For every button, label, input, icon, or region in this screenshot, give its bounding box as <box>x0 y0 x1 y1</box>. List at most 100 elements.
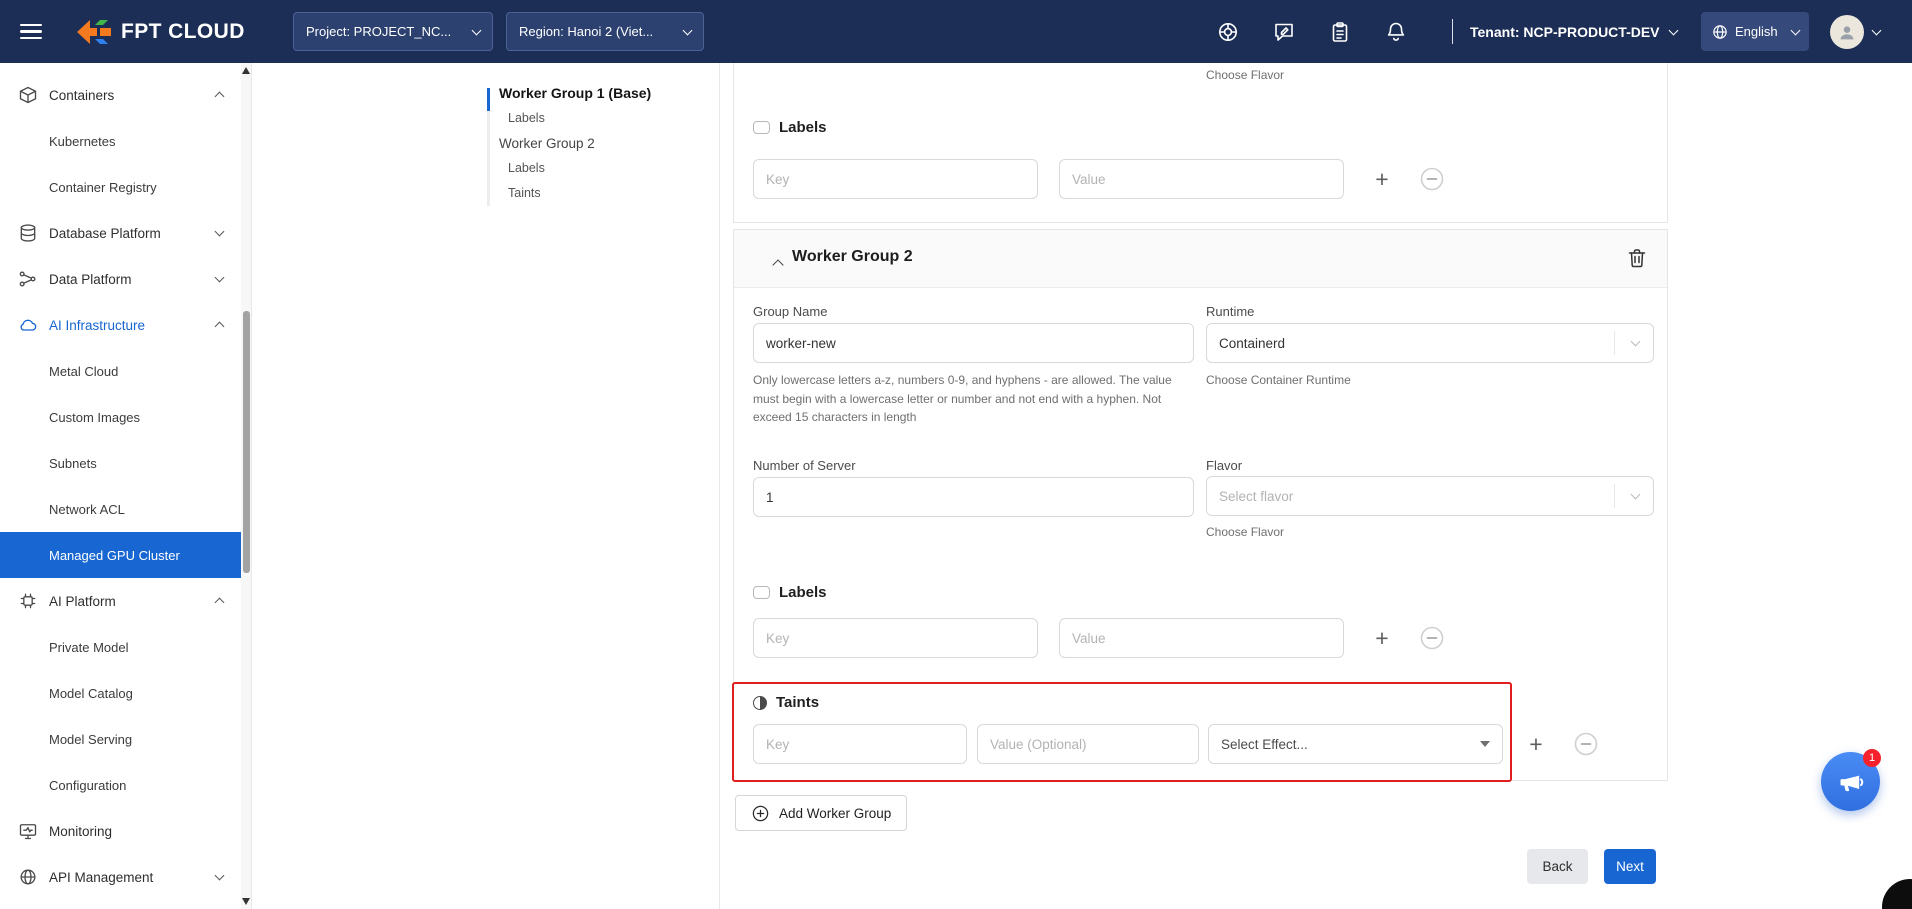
minus-circle-icon <box>1572 730 1600 758</box>
back-button[interactable]: Back <box>1527 849 1588 884</box>
sidebar-item-label: AI Infrastructure <box>49 318 145 333</box>
chevron-down-icon <box>1668 25 1678 35</box>
delete-worker-group-icon[interactable] <box>1625 246 1649 270</box>
bell-icon[interactable] <box>1384 20 1408 44</box>
worker-group-2-card: Worker Group 2 Group Name Only lowercase… <box>733 229 1668 781</box>
globe-icon <box>1711 23 1729 41</box>
chip-icon <box>18 591 38 611</box>
sidebar-item-kubernetes[interactable]: Kubernetes <box>0 118 251 164</box>
region-dropdown-label: Region: Hanoi 2 (Viet... <box>519 24 653 39</box>
wg1-label-key-input[interactable] <box>753 159 1038 199</box>
sidebar-item-configuration[interactable]: Configuration <box>0 762 251 808</box>
sidebar-item-containers[interactable]: Containers <box>0 72 251 118</box>
next-button[interactable]: Next <box>1604 849 1656 884</box>
wg2-label-value-input[interactable] <box>1059 618 1344 658</box>
sidebar-scrollbar-thumb[interactable] <box>243 311 250 573</box>
chevron-down-icon <box>683 25 693 35</box>
user-menu[interactable] <box>1830 0 1880 63</box>
anchor-worker-group-2[interactable]: Worker Group 2 <box>499 135 651 152</box>
sidebar-item-label: Containers <box>49 88 114 103</box>
number-of-server-input[interactable] <box>753 477 1194 517</box>
api-globe-icon <box>18 867 38 887</box>
wg1-add-label-button[interactable]: + <box>1368 159 1396 199</box>
sidebar-item-label: Kubernetes <box>49 134 116 149</box>
chevron-up-icon <box>215 322 225 332</box>
avatar <box>1830 15 1864 49</box>
sidebar-item-label: Custom Images <box>49 410 140 425</box>
labels-heading-text: Labels <box>779 119 827 136</box>
sidebar-item-label: Network ACL <box>49 502 125 517</box>
sidebar-item-subnets[interactable]: Subnets <box>0 440 251 486</box>
add-worker-group-label: Add Worker Group <box>779 806 891 821</box>
anchor-wg2-taints[interactable]: Taints <box>508 185 651 202</box>
wg2-label-key-input[interactable] <box>753 618 1038 658</box>
sidebar: Containers Kubernetes Container Registry… <box>0 63 252 909</box>
feedback-icon[interactable] <box>1272 20 1296 44</box>
chevron-down-icon <box>1872 25 1882 35</box>
region-dropdown[interactable]: Region: Hanoi 2 (Viet... <box>506 12 704 51</box>
sidebar-item-label: Container Registry <box>49 180 157 195</box>
containers-icon <box>18 85 38 105</box>
wg1-remove-label-button[interactable] <box>1416 159 1448 199</box>
number-of-server-label: Number of Server <box>753 458 856 473</box>
flavor-select[interactable]: Select flavor <box>1206 476 1654 516</box>
label-icon <box>753 586 770 599</box>
sidebar-item-label: Model Serving <box>49 732 132 747</box>
sidebar-item-label: AI Platform <box>49 594 116 609</box>
anchor-wg1-labels[interactable]: Labels <box>508 110 651 127</box>
sidebar-item-private-model[interactable]: Private Model <box>0 624 251 670</box>
group-name-input[interactable] <box>753 323 1194 363</box>
sidebar-item-custom-images[interactable]: Custom Images <box>0 394 251 440</box>
tenant-dropdown[interactable]: Tenant: NCP-PRODUCT-DEV <box>1470 0 1677 63</box>
wg1-flavor-helper: Choose Flavor <box>1206 66 1284 85</box>
sidebar-item-metal-cloud[interactable]: Metal Cloud <box>0 348 251 394</box>
taint-key-input[interactable] <box>753 724 967 764</box>
chevron-down-icon <box>215 871 225 881</box>
fpt-cloud-logo[interactable]: FPT CLOUD <box>76 0 245 63</box>
language-dropdown[interactable]: English <box>1701 12 1809 51</box>
scroll-up-arrow-icon[interactable] <box>242 67 250 74</box>
scroll-down-arrow-icon[interactable] <box>242 898 250 905</box>
anchor-worker-group-1[interactable]: Worker Group 1 (Base) <box>499 85 651 102</box>
add-taint-button[interactable]: + <box>1522 724 1550 764</box>
sidebar-item-api-management[interactable]: API Management <box>0 854 251 900</box>
plus-icon: + <box>1375 627 1388 650</box>
sidebar-item-label: Configuration <box>49 778 126 793</box>
runtime-label: Runtime <box>1206 304 1254 319</box>
sidebar-item-network-acl[interactable]: Network ACL <box>0 486 251 532</box>
chevron-up-icon <box>215 598 225 608</box>
runtime-value: Containerd <box>1219 336 1285 351</box>
remove-taint-button[interactable] <box>1570 724 1602 764</box>
runtime-select[interactable]: Containerd <box>1206 323 1654 363</box>
sidebar-item-ai-infrastructure[interactable]: AI Infrastructure <box>0 302 251 348</box>
sidebar-item-monitoring[interactable]: Monitoring <box>0 808 251 854</box>
wg2-add-label-button[interactable]: + <box>1368 618 1396 658</box>
project-dropdown[interactable]: Project: PROJECT_NC... <box>293 12 493 51</box>
top-header: FPT CLOUD Project: PROJECT_NC... Region:… <box>0 0 1912 63</box>
taint-effect-select[interactable]: Select Effect... <box>1208 724 1503 764</box>
hamburger-menu-button[interactable] <box>0 0 61 63</box>
plus-icon: + <box>1529 733 1542 756</box>
add-worker-group-button[interactable]: Add Worker Group <box>735 795 907 831</box>
taint-value-input[interactable] <box>977 724 1199 764</box>
clipboard-icon[interactable] <box>1328 20 1352 44</box>
sidebar-item-container-registry[interactable]: Container Registry <box>0 164 251 210</box>
runtime-helper: Choose Container Runtime <box>1206 371 1351 390</box>
announcement-fab-button[interactable]: 1 <box>1821 752 1880 811</box>
sidebar-scrollbar[interactable] <box>241 63 251 909</box>
sidebar-item-model-serving[interactable]: Model Serving <box>0 716 251 762</box>
anchor-panel: Worker Group 1 (Base) Labels Worker Grou… <box>252 63 720 909</box>
sidebar-item-model-catalog[interactable]: Model Catalog <box>0 670 251 716</box>
sidebar-item-ai-platform[interactable]: AI Platform <box>0 578 251 624</box>
sidebar-item-managed-gpu-cluster[interactable]: Managed GPU Cluster <box>0 532 251 578</box>
sidebar-item-data-platform[interactable]: Data Platform <box>0 256 251 302</box>
sidebar-item-database-platform[interactable]: Database Platform <box>0 210 251 256</box>
header-separator <box>1452 19 1453 44</box>
wg2-remove-label-button[interactable] <box>1416 618 1448 658</box>
wg1-label-value-input[interactable] <box>1059 159 1344 199</box>
collapse-chevron-icon[interactable] <box>772 259 783 270</box>
anchor-wg2-labels[interactable]: Labels <box>508 160 651 177</box>
worker-group-1-card: Choose Flavor Labels + <box>733 63 1668 223</box>
chevron-down-icon <box>1631 337 1641 347</box>
support-icon[interactable] <box>1216 20 1240 44</box>
